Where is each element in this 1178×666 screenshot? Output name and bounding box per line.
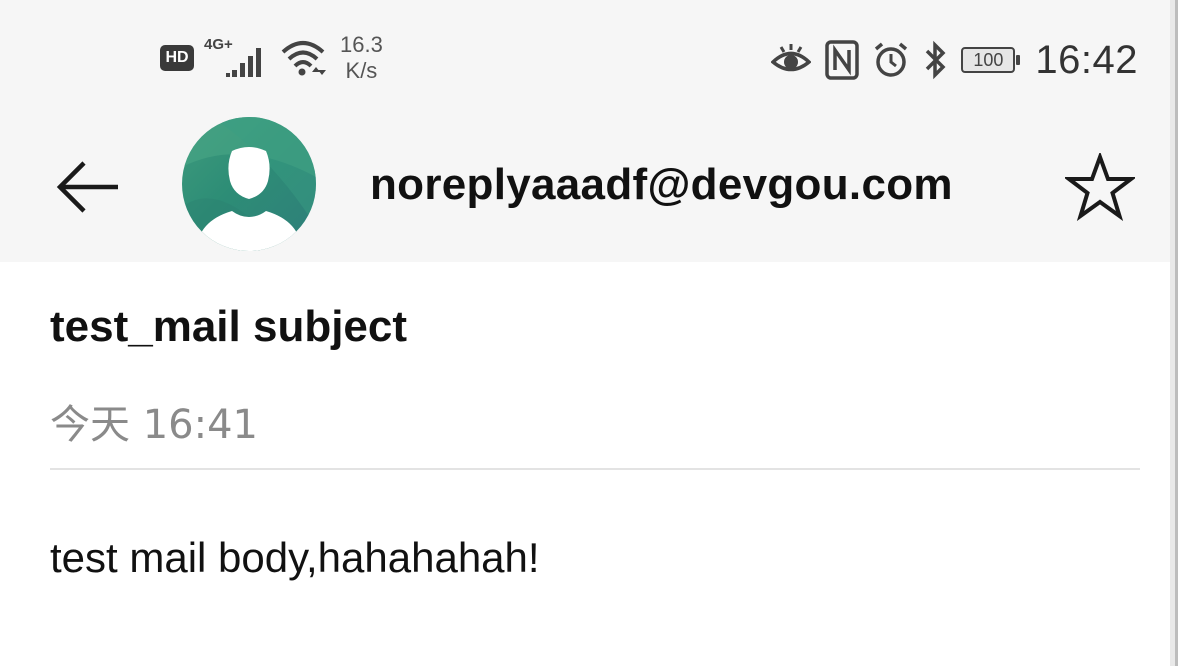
scroll-edge — [1170, 0, 1178, 666]
avatar-icon — [182, 117, 316, 251]
network-speed: 16.3 K/s — [340, 32, 383, 84]
message-subject: test_mail subject — [50, 302, 408, 351]
battery-icon: 100 — [961, 47, 1021, 73]
avatar[interactable] — [182, 117, 316, 251]
sender-email[interactable]: noreplyaaadf@devgou.com — [370, 160, 953, 210]
message-date: 今天 16:41 — [50, 402, 258, 448]
nfc-icon — [825, 40, 860, 80]
speed-value: 16.3 — [340, 32, 383, 57]
message-header: noreplyaaadf@devgou.com — [0, 117, 1170, 262]
bluetooth-icon — [923, 40, 947, 80]
speed-unit: K/s — [345, 58, 378, 83]
email-detail-screen: HD 4G+ 16.3 K/s 100 16:42 noreplyaaadf@d… — [0, 0, 1170, 666]
alarm-icon — [873, 41, 909, 79]
divider — [50, 468, 1140, 470]
status-right-group: 100 16:42 — [770, 36, 1138, 84]
star-button[interactable] — [1062, 150, 1138, 224]
eye-icon — [770, 43, 813, 77]
back-arrow-icon — [56, 161, 118, 213]
back-button[interactable] — [52, 152, 126, 222]
signal-icon: 4G+ — [204, 36, 270, 80]
status-bar: HD 4G+ 16.3 K/s 100 16:42 — [0, 0, 1170, 120]
star-icon — [1065, 153, 1135, 221]
status-left-group: HD 4G+ 16.3 K/s — [160, 28, 383, 88]
hd-icon: HD — [160, 45, 194, 71]
status-clock: 16:42 — [1035, 37, 1138, 82]
wifi-icon — [280, 36, 326, 80]
message-body: test mail body,hahahahah! — [50, 534, 540, 581]
